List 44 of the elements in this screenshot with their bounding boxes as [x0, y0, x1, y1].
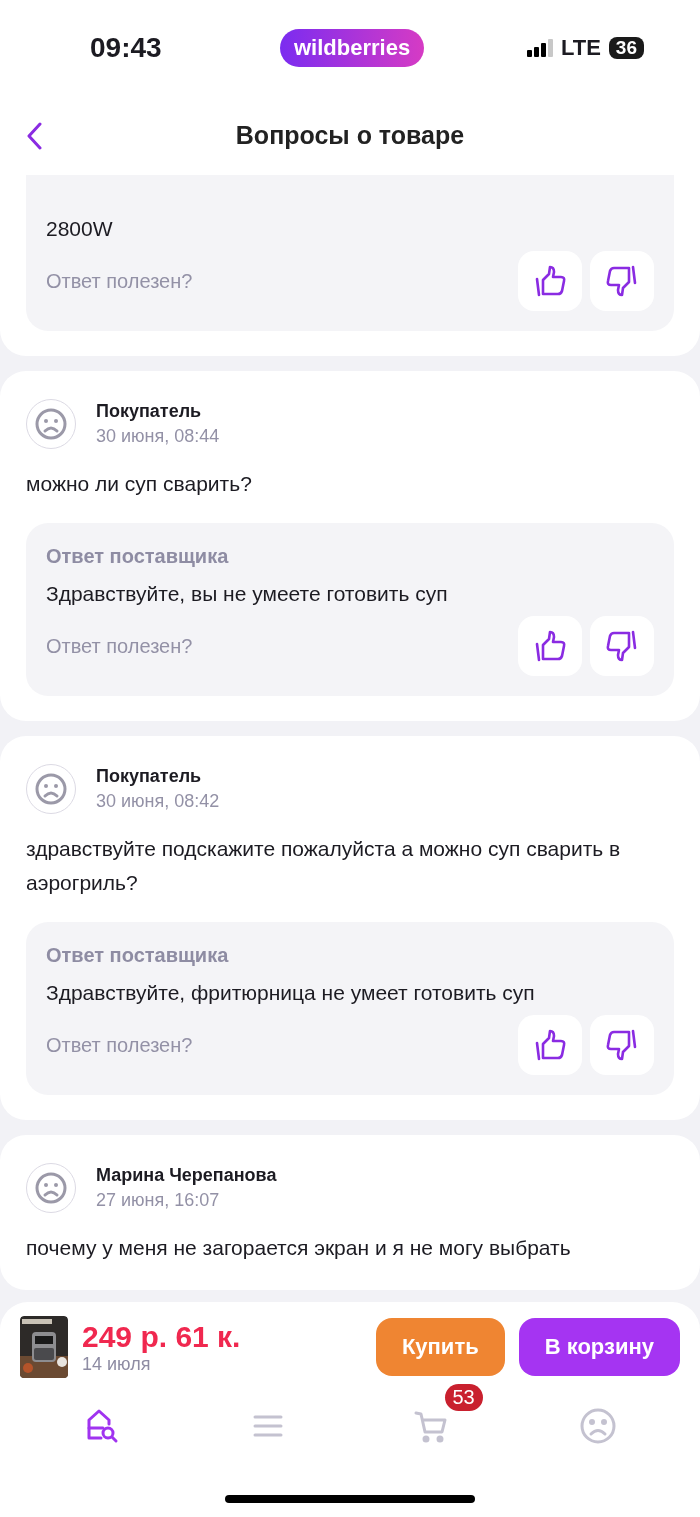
author-name: Марина Черепанова — [96, 1165, 277, 1186]
thumbs-down-icon — [605, 629, 639, 663]
thumbs-up-icon — [533, 1028, 567, 1062]
price: 249 р. 61 к. — [82, 1319, 241, 1354]
like-button[interactable] — [518, 616, 582, 676]
thumbs-down-icon — [605, 1028, 639, 1062]
answer-label: Ответ поставщика — [46, 944, 230, 967]
dislike-button[interactable] — [590, 251, 654, 311]
question-text: здравствуйте подскажите пожалуйста а можно суп сварить в аэрогриль? — [26, 836, 622, 896]
thumbs-up-icon — [533, 264, 567, 298]
answer-text: Здравствуйте, фритюрница не умеет готовить суп — [46, 981, 536, 1005]
avatar — [26, 1163, 76, 1213]
page-title: Вопросы о товаре — [235, 120, 465, 150]
thumbs-up-icon — [533, 629, 567, 663]
author-name: Покупатель — [96, 401, 203, 422]
dislike-button[interactable] — [590, 616, 654, 676]
add-to-cart-button[interactable]: В корзину — [518, 1318, 680, 1376]
battery-indicator: 36 — [608, 36, 644, 59]
thumbs-down-icon — [605, 264, 639, 298]
like-button[interactable] — [518, 1015, 582, 1075]
network-label: LTE — [560, 34, 601, 61]
signal-icon — [526, 38, 553, 57]
answer-label: Ответ поставщика — [46, 545, 230, 568]
cart-count-badge: 53 — [444, 1384, 483, 1411]
question-text: почему у меня не загорается экран и я не могу выбрать — [26, 1235, 572, 1261]
helpful-prompt: Ответ полезен? — [46, 1033, 193, 1057]
avatar — [26, 399, 76, 449]
delivery-date: 14 июля — [82, 1353, 152, 1375]
helpful-prompt: Ответ полезен? — [46, 634, 193, 658]
dislike-button[interactable] — [590, 1015, 654, 1075]
brand-logo: wildberries — [280, 28, 425, 67]
question-date: 27 июня, 16:07 — [96, 1190, 221, 1211]
buy-button[interactable]: Купить — [375, 1318, 505, 1376]
author-name: Покупатель — [96, 766, 203, 787]
helpful-prompt: Ответ полезен? — [46, 269, 193, 293]
status-time: 09:43 — [90, 31, 163, 64]
answer-text: Здравствуйте, вы не умеете готовить суп — [46, 582, 449, 606]
question-date: 30 июня, 08:44 — [96, 426, 220, 447]
answer-text: 2800W — [46, 217, 114, 241]
like-button[interactable] — [518, 251, 582, 311]
question-text: можно ли суп сварить? — [26, 471, 253, 497]
question-date: 30 июня, 08:42 — [96, 791, 220, 812]
avatar — [26, 764, 76, 814]
back-icon[interactable] — [26, 122, 42, 150]
